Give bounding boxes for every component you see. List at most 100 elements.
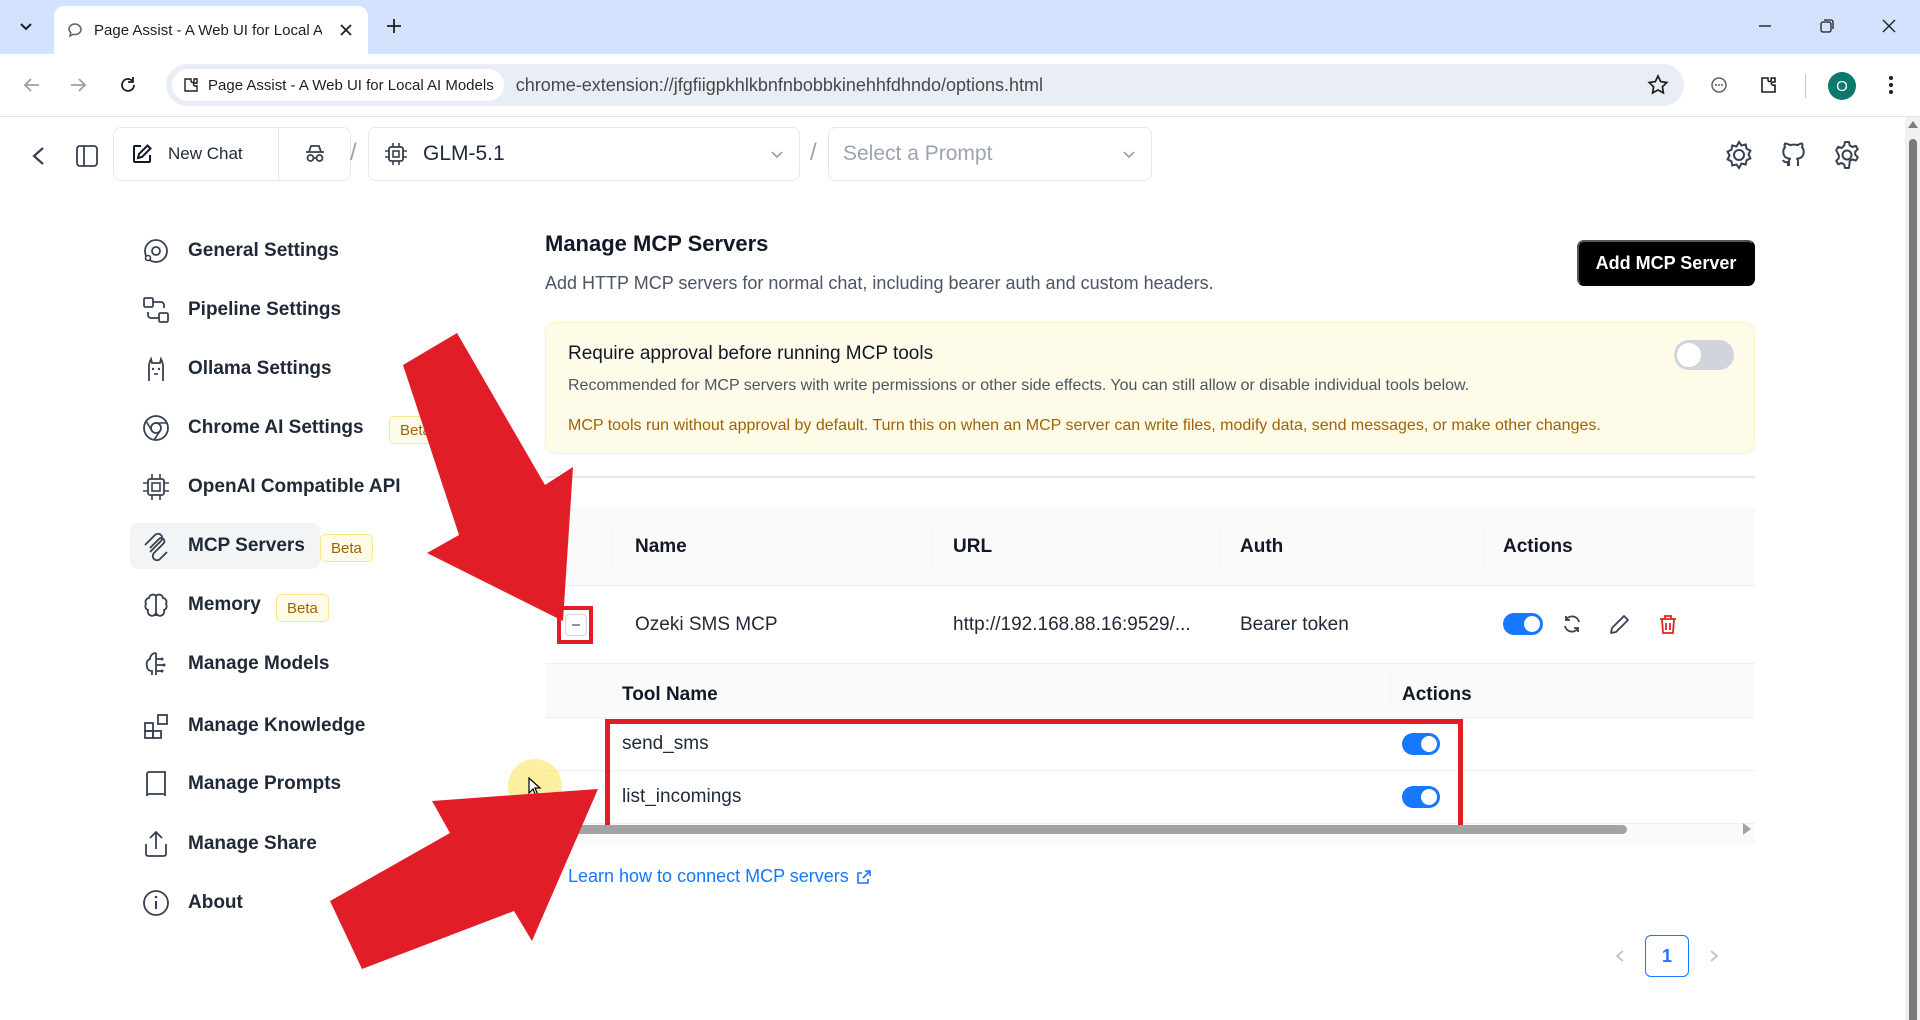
next-page-button[interactable] — [1699, 941, 1729, 971]
star-bookmark-icon[interactable] — [1646, 73, 1670, 97]
column-header-name[interactable]: Name — [635, 536, 687, 558]
column-divider — [612, 530, 613, 564]
scroll-up-arrow-icon[interactable] — [1908, 121, 1918, 128]
arrow-left-icon — [23, 78, 39, 92]
nav-label: Ollama Settings — [188, 358, 332, 379]
close-window-button[interactable] — [1875, 12, 1903, 40]
chat-bubble-icon — [68, 23, 82, 38]
nav-label: Manage Prompts — [188, 773, 342, 794]
learn-mcp-link-label: Learn how to connect MCP servers — [568, 866, 849, 886]
chevron-right-icon — [1710, 950, 1719, 962]
refresh-tools-button[interactable] — [1560, 612, 1584, 636]
settings-button[interactable] — [1829, 137, 1865, 173]
arrow-right-icon — [71, 78, 87, 92]
side-panel-chat-button[interactable] — [1704, 70, 1734, 100]
header-separator: / — [810, 139, 817, 166]
approval-panel: Require approval before running MCP tool… — [545, 322, 1755, 454]
prompt-select[interactable]: Select a Prompt — [828, 127, 1152, 181]
table-row: Ozeki SMS MCP http://192.168.88.16:9529/… — [545, 586, 1755, 664]
extension-icon — [184, 78, 198, 92]
column-divider — [1220, 530, 1221, 564]
column-header-auth[interactable]: Auth — [1240, 536, 1283, 558]
chat-bubble-icon — [1711, 77, 1727, 93]
toolbar-divider — [1805, 74, 1806, 98]
server-url: http://192.168.88.16:9529/... — [953, 614, 1191, 635]
trash-icon — [1660, 615, 1676, 634]
server-enabled-toggle[interactable] — [1503, 613, 1543, 635]
delete-server-button[interactable] — [1656, 612, 1680, 636]
github-link[interactable] — [1774, 137, 1810, 173]
toggle-sidebar-button[interactable] — [70, 139, 104, 173]
nav-label: About — [188, 892, 243, 913]
pipeline-icon — [140, 294, 172, 326]
blocks-icon — [140, 710, 172, 742]
nav-item-memory[interactable]: Memory — [130, 582, 261, 628]
column-divider — [1390, 674, 1391, 708]
nav-item-chrome-ai-settings[interactable]: Chrome AI Settings — [130, 405, 364, 451]
sidebar-panel-icon — [76, 145, 98, 167]
nav-item-ollama-settings[interactable]: Ollama Settings — [130, 346, 332, 392]
page-assist-settings-button[interactable] — [1721, 137, 1757, 173]
new-chat-button[interactable]: New Chat — [114, 128, 279, 180]
back-button[interactable] — [17, 70, 47, 100]
nav-item-manage-models[interactable]: Manage Models — [130, 641, 329, 687]
nav-item-openai-compatible-api[interactable]: OpenAI Compatible API — [130, 464, 401, 510]
tab-search-button[interactable] — [10, 10, 42, 42]
forward-button[interactable] — [63, 70, 93, 100]
learn-mcp-link[interactable]: Learn how to connect MCP servers — [568, 866, 873, 887]
page-scrollbar[interactable] — [1905, 117, 1920, 1020]
site-info-chip[interactable]: Page Assist - A Web UI for Local AI Mode… — [172, 69, 504, 101]
column-header-url[interactable]: URL — [953, 536, 992, 558]
external-link-icon — [857, 869, 871, 884]
site-chip-label: Page Assist - A Web UI for Local AI Mode… — [208, 76, 494, 94]
reload-button[interactable] — [113, 70, 143, 100]
prev-page-button[interactable] — [1605, 941, 1635, 971]
new-tab-button[interactable] — [380, 12, 408, 40]
models-icon — [140, 648, 172, 680]
back-to-chat-button[interactable] — [22, 139, 56, 173]
nav-item-pipeline-settings[interactable]: Pipeline Settings — [130, 287, 341, 333]
share-icon — [140, 828, 172, 860]
extensions-button[interactable] — [1754, 70, 1784, 100]
close-icon[interactable] — [336, 20, 356, 40]
restore-button[interactable] — [1813, 12, 1841, 40]
toggle-knob — [1677, 343, 1701, 367]
minimize-button[interactable] — [1751, 12, 1779, 40]
browser-tab-active[interactable]: Page Assist - A Web UI for Local AI Mode… — [54, 6, 368, 54]
annotation-arrow-icon — [330, 789, 598, 969]
nav-item-manage-share[interactable]: Manage Share — [130, 821, 317, 867]
info-icon — [140, 887, 172, 919]
page-scrollbar-thumb[interactable] — [1909, 139, 1917, 1020]
horizontal-scrollbar-thumb[interactable] — [565, 825, 1627, 834]
url-text: chrome-extension://jfgfiigpkhlkbnfnbobbk… — [515, 74, 1044, 95]
annotation-arrow-icon — [403, 333, 573, 621]
nav-item-about[interactable]: About — [130, 880, 243, 926]
edit-server-button[interactable] — [1608, 612, 1632, 636]
chevron-down-icon — [1123, 151, 1135, 159]
mcp-servers-table: Name URL Auth Actions Ozeki SMS MCP http… — [545, 508, 1755, 910]
model-select[interactable]: GLM-5.1 — [368, 127, 800, 181]
profile-avatar[interactable]: O — [1828, 72, 1856, 100]
page-number-current[interactable]: 1 — [1645, 935, 1689, 977]
table-horizontal-scrollbar[interactable] — [565, 822, 1755, 836]
general-settings-icon — [140, 235, 172, 267]
brain-icon — [140, 589, 172, 621]
chevron-down-icon — [771, 151, 783, 159]
nav-item-mcp-servers[interactable]: MCP Servers — [130, 523, 320, 569]
beta-badge: Beta — [320, 534, 373, 562]
plus-icon — [387, 19, 401, 33]
nav-item-manage-prompts[interactable]: Manage Prompts — [130, 761, 341, 807]
puzzle-icon — [1761, 77, 1776, 93]
browser-menu-button[interactable] — [1876, 70, 1906, 100]
add-mcp-server-button[interactable]: Add MCP Server — [1577, 240, 1755, 286]
address-bar[interactable]: Page Assist - A Web UI for Local AI Mode… — [166, 64, 1684, 106]
approval-title: Require approval before running MCP tool… — [568, 343, 934, 364]
mcp-icon — [140, 530, 172, 562]
scroll-right-arrow-icon[interactable] — [1743, 823, 1751, 835]
server-auth: Bearer token — [1240, 614, 1349, 635]
nav-item-general-settings[interactable]: General Settings — [130, 228, 339, 274]
require-approval-toggle[interactable] — [1674, 340, 1734, 370]
temporary-chat-button[interactable] — [279, 128, 350, 180]
nav-item-manage-knowledge[interactable]: Manage Knowledge — [130, 703, 365, 749]
chevron-left-icon — [32, 147, 44, 165]
